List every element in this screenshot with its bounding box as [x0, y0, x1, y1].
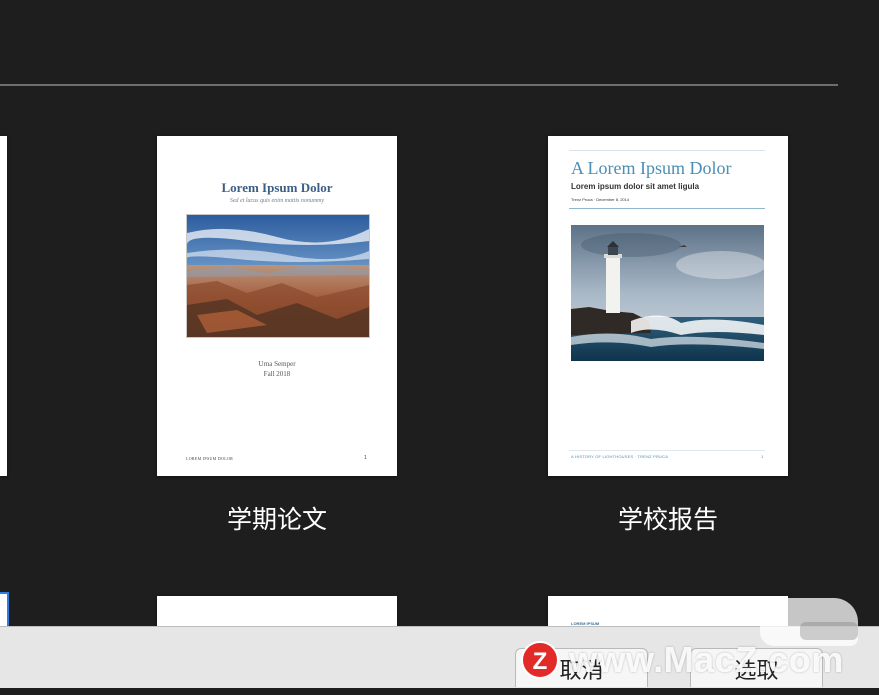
template-thumbnail-partial[interactable]	[0, 136, 7, 476]
template-footer: A HISTORY OF LIGHTHOUSES · TRENZ PRUCA	[571, 454, 669, 459]
choose-button[interactable]: 选取	[690, 648, 823, 687]
footer-rule	[569, 450, 765, 451]
top-rule	[569, 150, 765, 151]
template-page-number: 1	[761, 454, 764, 459]
template-date: Fall 2018	[263, 370, 291, 378]
template-thumbnail-school-report[interactable]: A Lorem Ipsum Dolor Lorem ipsum dolor si…	[548, 136, 788, 476]
canyon-image	[186, 214, 370, 338]
section-divider	[0, 84, 838, 86]
template-title: Lorem Ipsum Dolor	[221, 180, 333, 195]
template-subtitle: Lorem ipsum dolor sit amet ligula	[571, 182, 700, 191]
title-rule	[569, 208, 765, 209]
template-byline: Trenz Pruca · December 8, 2014	[571, 197, 630, 202]
cancel-button[interactable]: 取消	[515, 648, 648, 687]
template-author: Urna Semper	[258, 360, 296, 368]
watermark-overlay-shadow	[800, 622, 858, 640]
template-page-number: 1	[364, 455, 367, 461]
template-subtitle: Sed et lacus quis enim mattis nonummy	[229, 198, 325, 204]
template-thumbnail-term-paper[interactable]: Lorem Ipsum Dolor Sed et lacus quis enim…	[157, 136, 397, 476]
template-footer: LOREM IPSUM DOLOR	[186, 456, 234, 461]
lighthouse-image	[571, 225, 764, 361]
template-title: A Lorem Ipsum Dolor	[571, 158, 732, 178]
template-caption-term-paper[interactable]: 学期论文	[157, 500, 397, 536]
template-caption-school-report[interactable]: 学校报告	[548, 500, 788, 536]
